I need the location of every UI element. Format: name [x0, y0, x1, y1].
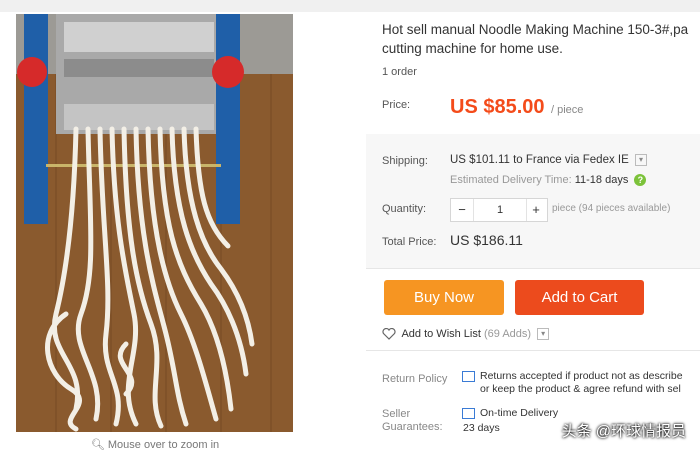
wish-list-count: (69 Adds) [484, 328, 532, 340]
divider [366, 350, 700, 351]
shipping-label: Shipping: [382, 155, 428, 167]
quantity-stepper: − 1 + [450, 198, 548, 222]
chevron-down-icon[interactable]: ▾ [537, 328, 550, 341]
on-time-delivery: On-time Delivery [480, 407, 559, 419]
delivery-icon [462, 407, 475, 419]
delivery-days: 23 days [463, 422, 500, 434]
total-price-value: US $186.11 [450, 232, 523, 248]
divider [366, 268, 700, 269]
watermark: 头条 @环球情报员 [561, 423, 686, 440]
chevron-down-icon[interactable]: ▾ [634, 154, 647, 166]
product-title[interactable]: Hot sell manual Noodle Making Machine 15… [382, 20, 700, 58]
quantity-availability: piece (94 pieces available) [552, 203, 671, 214]
shipping-option[interactable]: US $101.11 to France via Fedex IE ▾ [450, 154, 647, 166]
zoom-hint: 🔍︎ Mouse over to zoom in [0, 438, 310, 451]
return-policy-text: Returns accepted if product not as descr… [462, 370, 683, 396]
order-count: 1 order [382, 66, 417, 78]
estimate-days: 11-18 days [574, 174, 629, 186]
seller-guarantees-text: On-time Delivery 23 days [462, 406, 558, 436]
price-value: US $85.00 [450, 96, 545, 118]
product-image[interactable] [16, 14, 293, 432]
zoom-hint-text: Mouse over to zoom in [107, 439, 220, 451]
price-label: Price: [382, 99, 411, 111]
estimate-label: Estimated Delivery Time: [450, 174, 572, 186]
heart-icon [382, 328, 396, 340]
return-icon [462, 370, 475, 382]
total-price-label: Total Price: [382, 236, 437, 248]
seller-label-line2: Guarantees: [382, 421, 443, 433]
help-icon[interactable]: ? [634, 174, 647, 187]
product-details: Hot sell manual Noodle Making Machine 15… [366, 12, 700, 453]
wish-list-label: Add to Wish List [401, 328, 481, 340]
return-policy-line1: Returns accepted if product not as descr… [480, 370, 683, 382]
search-icon: 🔍︎ [90, 439, 105, 451]
quantity-label: Quantity: [382, 203, 427, 215]
quantity-input[interactable]: 1 [473, 199, 527, 221]
shipping-value: US $101.11 to France via Fedex IE [450, 154, 629, 167]
add-to-wish-list[interactable]: Add to Wish List (69 Adds) ▾ [382, 328, 550, 341]
return-policy-line2: or keep the product & agree refund with … [480, 383, 681, 395]
add-to-cart-button[interactable]: Add to Cart [515, 280, 644, 315]
seller-guarantees-label: Seller Guarantees: [382, 408, 443, 434]
quantity-decrease-button[interactable]: − [451, 199, 473, 221]
quantity-increase-button[interactable]: + [525, 199, 547, 221]
buy-now-button[interactable]: Buy Now [384, 280, 504, 315]
seller-label-line1: Seller [382, 408, 411, 420]
estimated-delivery: Estimated Delivery Time: 11-18 days ? [450, 174, 647, 187]
price-unit: / piece [551, 104, 584, 116]
return-policy-label: Return Policy [382, 373, 448, 385]
top-bar [0, 0, 700, 12]
